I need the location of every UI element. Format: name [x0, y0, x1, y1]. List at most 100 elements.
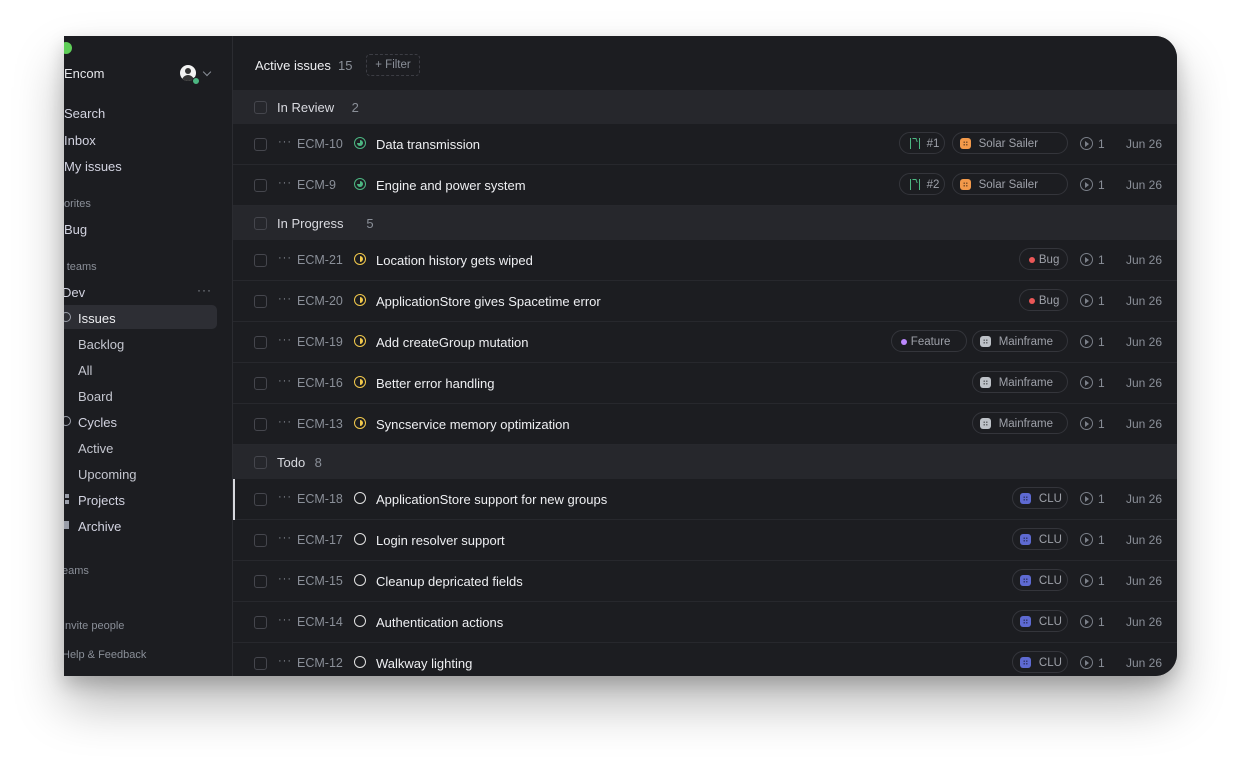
issue-row[interactable]: ··· ECM-17 Login resolver support CLU 1 Jun 2…: [233, 520, 1177, 561]
project-chip[interactable]: Solar Sailer: [951, 132, 1068, 154]
cycle-icon[interactable]: [1080, 656, 1093, 669]
project-chip[interactable]: Mainframe: [971, 330, 1068, 352]
group-checkbox[interactable]: [254, 217, 267, 230]
issue-checkbox[interactable]: [254, 575, 267, 588]
priority-icon[interactable]: ···: [278, 334, 292, 346]
sidebar-item-active[interactable]: Active: [78, 441, 113, 456]
issue-row[interactable]: ··· ECM-18 ApplicationStore support for ne…: [233, 479, 1177, 520]
priority-icon[interactable]: ···: [278, 293, 292, 305]
sidebar-item-inbox[interactable]: Inbox: [64, 133, 96, 148]
status-progress-icon[interactable]: [354, 376, 366, 388]
cycle-icon[interactable]: [1080, 417, 1093, 430]
priority-icon[interactable]: ···: [278, 532, 292, 544]
chevron-down-icon[interactable]: [202, 67, 212, 77]
issue-row[interactable]: ··· ECM-16 Better error handling Mainframe 1…: [233, 363, 1177, 404]
sidebar-item-backlog[interactable]: Backlog: [78, 337, 124, 352]
project-chip[interactable]: CLU: [1011, 528, 1068, 550]
priority-icon[interactable]: ···: [278, 573, 292, 585]
issue-row[interactable]: ··· ECM-20 ApplicationStore gives Spacetim…: [233, 281, 1177, 322]
sidebar-item-cycles[interactable]: Cycles: [78, 415, 117, 430]
issue-row[interactable]: ··· ECM-15 Cleanup depricated fields CLU 1 Ju…: [233, 561, 1177, 602]
priority-icon[interactable]: ···: [278, 614, 292, 626]
issue-row[interactable]: ··· ECM-10 Data transmission Solar Sailer #1…: [233, 124, 1177, 165]
issue-row[interactable]: ··· ECM-19 Add createGroup mutation Mainfra…: [233, 322, 1177, 363]
team-options-icon[interactable]: ···: [197, 283, 212, 297]
sidebar-item-issues[interactable]: Issues: [78, 311, 116, 326]
issue-row[interactable]: ··· ECM-12 Walkway lighting CLU 1 Jun 26: [233, 643, 1177, 676]
status-todo-icon[interactable]: [354, 574, 366, 586]
cycle-icon[interactable]: [1080, 492, 1093, 505]
issue-checkbox[interactable]: [254, 295, 267, 308]
issue-title[interactable]: Authentication actions: [376, 615, 503, 630]
priority-icon[interactable]: ···: [278, 136, 292, 148]
invite-people-link[interactable]: Invite people: [64, 620, 124, 632]
cycle-icon[interactable]: [1080, 574, 1093, 587]
priority-icon[interactable]: ···: [278, 416, 292, 428]
issue-title[interactable]: Login resolver support: [376, 533, 505, 548]
issue-row[interactable]: ··· ECM-9 Engine and power system Solar Sai…: [233, 165, 1177, 206]
favorite-item-bug[interactable]: Bug: [64, 222, 87, 237]
cycle-icon[interactable]: [1080, 615, 1093, 628]
label-chip[interactable]: Bug: [1018, 289, 1068, 311]
sidebar-item-board[interactable]: Board: [78, 389, 113, 404]
group-header[interactable]: Todo 8: [233, 445, 1177, 479]
issue-checkbox[interactable]: [254, 377, 267, 390]
cycle-icon[interactable]: [1080, 178, 1093, 191]
project-chip[interactable]: Solar Sailer: [951, 173, 1068, 195]
status-progress-icon[interactable]: [354, 335, 366, 347]
issue-row[interactable]: ··· ECM-21 Location history gets wiped Bug 1…: [233, 240, 1177, 281]
workspace-name[interactable]: Encom: [64, 66, 104, 81]
issue-checkbox[interactable]: [254, 534, 267, 547]
issue-title[interactable]: Data transmission: [376, 137, 480, 152]
label-chip[interactable]: Feature: [890, 330, 967, 352]
project-chip[interactable]: Mainframe: [971, 371, 1068, 393]
issue-checkbox[interactable]: [254, 493, 267, 506]
issue-checkbox[interactable]: [254, 616, 267, 629]
status-todo-icon[interactable]: [354, 492, 366, 504]
favorites-label[interactable]: orites: [64, 198, 91, 210]
project-chip[interactable]: CLU: [1011, 487, 1068, 509]
status-progress-icon[interactable]: [354, 417, 366, 429]
sidebar-item-projects[interactable]: Projects: [78, 493, 125, 508]
priority-icon[interactable]: ···: [278, 252, 292, 264]
issue-title[interactable]: Cleanup depricated fields: [376, 574, 523, 589]
project-chip[interactable]: CLU: [1011, 651, 1068, 673]
sidebar-item-all[interactable]: All: [78, 363, 92, 378]
priority-icon[interactable]: ···: [278, 375, 292, 387]
help-feedback-link[interactable]: Help & Feedback: [64, 649, 146, 661]
issue-checkbox[interactable]: [254, 418, 267, 431]
status-todo-icon[interactable]: [354, 533, 366, 545]
group-checkbox[interactable]: [254, 101, 267, 114]
pull-request-chip[interactable]: #2: [898, 173, 945, 195]
cycle-icon[interactable]: [1080, 533, 1093, 546]
status-todo-icon[interactable]: [354, 615, 366, 627]
group-header[interactable]: In Review 2: [233, 90, 1177, 124]
group-checkbox[interactable]: [254, 456, 267, 469]
cycle-icon[interactable]: [1080, 335, 1093, 348]
sidebar-item-archive[interactable]: Archive: [78, 519, 121, 534]
issue-row[interactable]: ··· ECM-14 Authentication actions CLU 1 Jun 2…: [233, 602, 1177, 643]
cycle-icon[interactable]: [1080, 294, 1093, 307]
issue-title[interactable]: ApplicationStore gives Spacetime error: [376, 294, 601, 309]
issue-row[interactable]: ··· ECM-13 Syncservice memory optimization…: [233, 404, 1177, 445]
issue-checkbox[interactable]: [254, 179, 267, 192]
cycle-icon[interactable]: [1080, 137, 1093, 150]
project-chip[interactable]: CLU: [1011, 569, 1068, 591]
sidebar-item-search[interactable]: Search: [64, 106, 105, 121]
issue-checkbox[interactable]: [254, 336, 267, 349]
status-review-icon[interactable]: [354, 137, 366, 149]
priority-icon[interactable]: ···: [278, 177, 292, 189]
issue-title[interactable]: Syncservice memory optimization: [376, 417, 570, 432]
issue-checkbox[interactable]: [254, 138, 267, 151]
label-chip[interactable]: Bug: [1018, 248, 1068, 270]
project-chip[interactable]: Mainframe: [971, 412, 1068, 434]
issue-title[interactable]: Location history gets wiped: [376, 253, 533, 268]
issue-title[interactable]: Better error handling: [376, 376, 495, 391]
priority-icon[interactable]: ···: [278, 491, 292, 503]
your-teams-label[interactable]: r teams: [64, 261, 97, 273]
group-header[interactable]: In Progress 5: [233, 206, 1177, 240]
status-review-icon[interactable]: [354, 178, 366, 190]
issue-title[interactable]: Walkway lighting: [376, 656, 472, 671]
team-dev[interactable]: Dev: [64, 285, 85, 300]
window-close-control[interactable]: [64, 42, 72, 54]
